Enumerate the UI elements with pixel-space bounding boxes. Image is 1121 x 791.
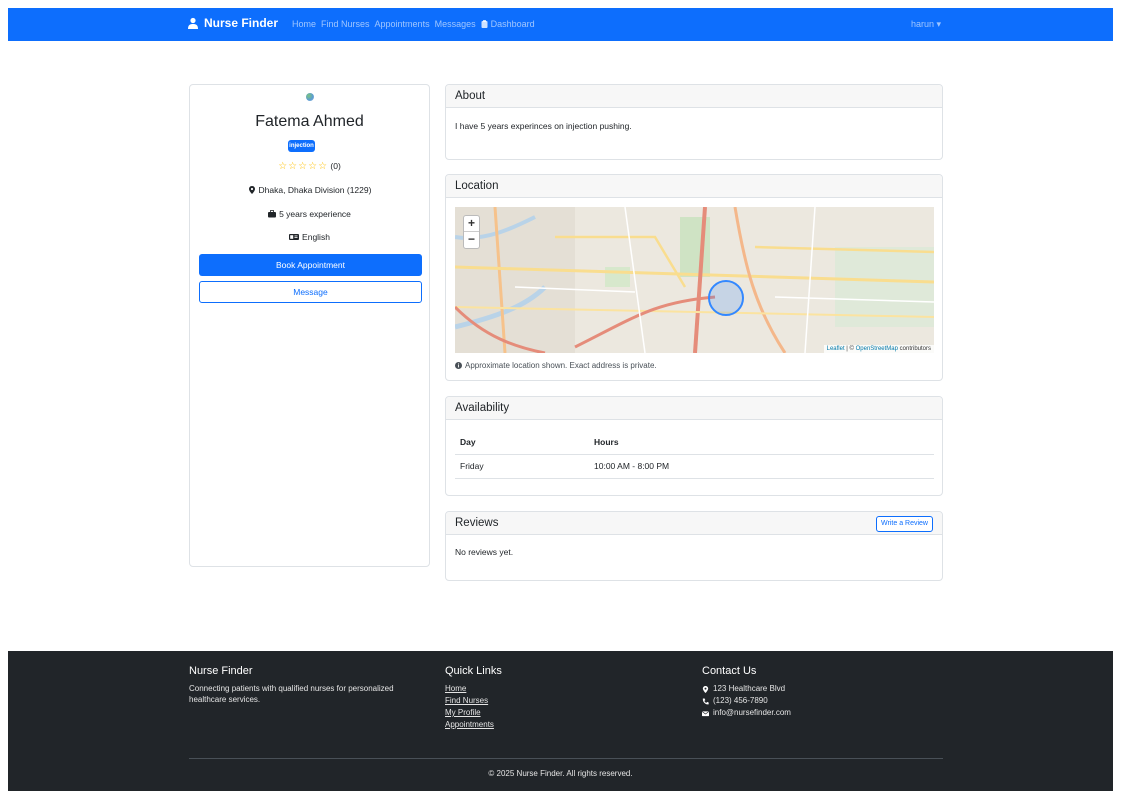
osm-link[interactable]: OpenStreetMap [856, 346, 898, 352]
about-header: About [446, 85, 942, 108]
nav-home[interactable]: Home [292, 19, 316, 29]
nav-appointments[interactable]: Appointments [375, 19, 430, 29]
profile-card: Fatema Ahmed injection ☆☆☆☆☆ (0) Dhaka, … [189, 84, 430, 567]
table-row: Friday 10:00 AM - 8:00 PM [455, 454, 934, 479]
nav-dashboard-label: Dashboard [490, 19, 535, 29]
avatar [306, 93, 314, 101]
footer: Nurse Finder Connecting patients with qu… [8, 651, 1113, 791]
availability-header: Availability [446, 397, 942, 420]
availability-card: Availability Day Hours Friday 10:00 AM -… [445, 396, 943, 496]
language-text: English [302, 232, 330, 242]
brand-link[interactable]: Nurse Finder [187, 16, 278, 30]
map-zoom-control: + − [463, 215, 480, 249]
nurse-name: Fatema Ahmed [255, 113, 364, 130]
footer-link-appointments[interactable]: Appointments [445, 719, 502, 731]
footer-link-find-nurses[interactable]: Find Nurses [445, 695, 502, 707]
location-map[interactable]: + − Leaflet | © OpenStreetMap contributo… [455, 207, 934, 353]
footer-address-text: 123 Healthcare Blvd [713, 684, 786, 693]
user-menu[interactable]: harun ▾ [911, 19, 941, 30]
footer-email-text[interactable]: info@nursefinder.com [713, 707, 791, 719]
language-line: English [190, 232, 429, 242]
map-attribution: Leaflet | © OpenStreetMap contributors [823, 345, 934, 353]
location-card: Location + − Leaflet | © OpenStreetMap c… [445, 174, 943, 381]
footer-email: info@nursefinder.com [702, 707, 791, 719]
phone-icon [702, 697, 709, 704]
footer-phone: (123) 456-7890 [702, 695, 791, 707]
rating-count: (0) [330, 161, 341, 171]
location-note: Approximate location shown. Exact addres… [455, 361, 657, 370]
zoom-in-button[interactable]: + [464, 216, 479, 232]
column-header-hours: Hours [589, 430, 934, 455]
reviews-header: Reviews Write a Review [446, 512, 942, 535]
map-tiles [455, 207, 934, 353]
column-header-day: Day [455, 430, 589, 455]
experience-text: 5 years experience [279, 209, 351, 219]
footer-quick-links: Quick Links Home Find Nurses My Profile … [445, 665, 502, 731]
nav-dashboard[interactable]: Dashboard [481, 19, 540, 29]
availability-table: Day Hours Friday 10:00 AM - 8:00 PM [455, 430, 934, 479]
nav-messages[interactable]: Messages [435, 19, 476, 29]
write-review-button[interactable]: Write a Review [876, 516, 933, 532]
brand-name: Nurse Finder [204, 16, 279, 30]
availability-day: Friday [455, 454, 589, 479]
language-icon [289, 234, 300, 240]
book-appointment-button[interactable]: Book Appointment [199, 254, 422, 276]
nav-find-nurses[interactable]: Find Nurses [321, 19, 370, 29]
footer-brand-text: Connecting patients with qualified nurse… [189, 684, 394, 704]
attribution-separator: | © [844, 346, 856, 352]
reviews-card: Reviews Write a Review No reviews yet. [445, 511, 943, 581]
specialty-badge: injection [288, 140, 315, 152]
location-line: Dhaka, Dhaka Division (1229) [190, 185, 429, 195]
reviews-title: Reviews [455, 517, 499, 529]
footer-divider [189, 758, 943, 759]
experience-line: 5 years experience [190, 209, 429, 219]
location-header: Location [446, 175, 942, 198]
footer-brand-title: Nurse Finder [189, 665, 253, 677]
about-card: About I have 5 years experinces on injec… [445, 84, 943, 160]
clipboard-icon [481, 20, 488, 28]
zoom-out-button[interactable]: − [464, 232, 479, 248]
footer-about: Nurse Finder Connecting patients with qu… [189, 665, 399, 705]
table-header-row: Day Hours [455, 430, 934, 455]
user-nurse-icon [188, 17, 198, 29]
footer-contact: Contact Us 123 Healthcare Blvd (123) 456… [702, 665, 791, 719]
footer-phone-text: (123) 456-7890 [713, 696, 768, 705]
map-marker-icon [702, 685, 709, 693]
nav-links: Home Find Nurses Appointments Messages D… [292, 19, 545, 29]
location-note-text: Approximate location shown. Exact addres… [465, 361, 657, 370]
briefcase-icon [268, 210, 277, 218]
footer-link-home[interactable]: Home [445, 683, 502, 695]
info-circle-icon [455, 362, 462, 369]
attribution-tail: contributors [897, 346, 931, 352]
reviews-empty-text: No reviews yet. [455, 547, 514, 557]
message-button[interactable]: Message [199, 281, 422, 303]
rating: ☆☆☆☆☆ (0) [190, 161, 429, 172]
about-text: I have 5 years experinces on injection p… [455, 121, 632, 131]
star-rating-icon: ☆☆☆☆☆ [278, 161, 329, 172]
footer-link-my-profile[interactable]: My Profile [445, 707, 502, 719]
availability-hours: 10:00 AM - 8:00 PM [589, 454, 934, 479]
envelope-icon [702, 710, 709, 716]
navbar: Nurse Finder Home Find Nurses Appointmen… [8, 8, 1113, 41]
footer-contact-title: Contact Us [702, 665, 757, 677]
footer-copyright: © 2025 Nurse Finder. All rights reserved… [488, 769, 633, 778]
location-text: Dhaka, Dhaka Division (1229) [258, 185, 372, 195]
leaflet-link[interactable]: Leaflet [827, 346, 845, 352]
map-marker-icon [248, 186, 255, 194]
footer-address: 123 Healthcare Blvd [702, 683, 791, 695]
footer-links-title: Quick Links [445, 665, 502, 677]
